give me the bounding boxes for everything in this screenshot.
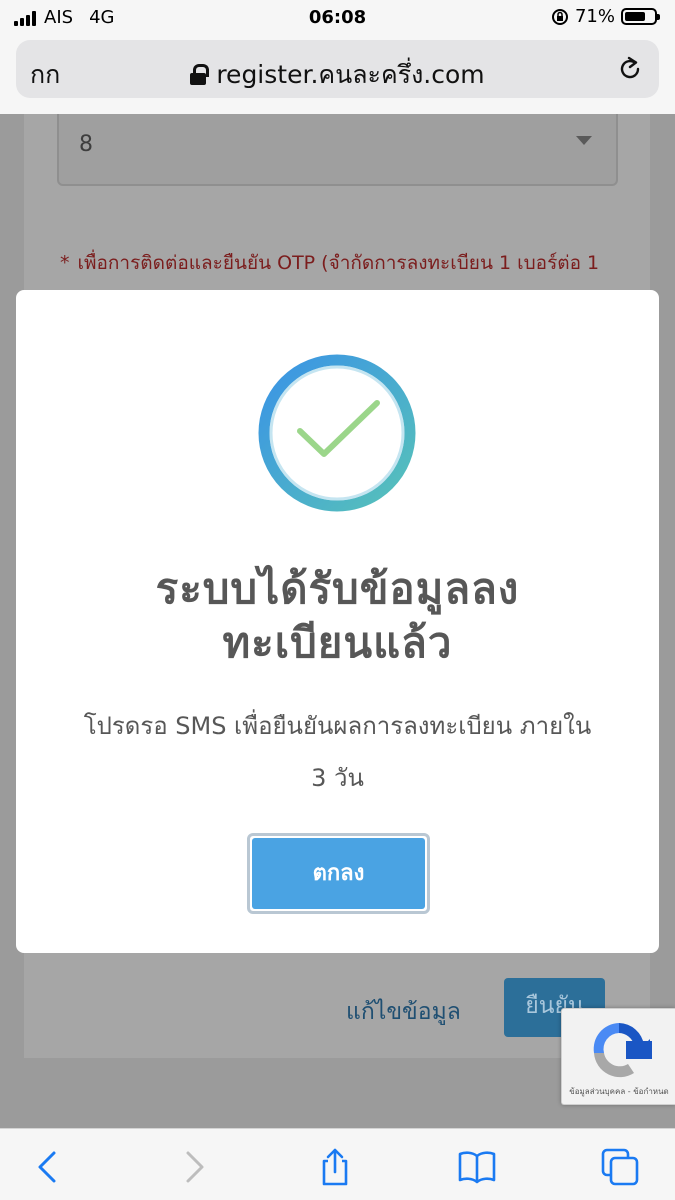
ok-button-label: ตกลง bbox=[252, 838, 425, 909]
bottom-toolbar bbox=[0, 1128, 675, 1200]
address-bar[interactable]: กก register.คนละครึ่ง.com bbox=[16, 40, 659, 98]
required-star: * bbox=[60, 252, 70, 274]
edit-info-link[interactable]: แก้ไขข้อมูล bbox=[346, 994, 461, 1030]
back-icon[interactable] bbox=[28, 1147, 68, 1187]
battery-icon bbox=[621, 8, 660, 25]
modal-message-line1: โปรดรอ SMS เพื่อยืนยันผลการลงทะเบียน ภาย… bbox=[83, 712, 592, 740]
recaptcha-badge[interactable]: ข้อมูลส่วนบุคคล - ข้อกำหนด bbox=[561, 1008, 675, 1105]
modal-title-line1: ระบบได้รับข้อมูลลง bbox=[155, 564, 520, 613]
url-display[interactable]: register.คนละครึ่ง.com bbox=[16, 55, 659, 95]
modal-title-line2: ทะเบียนแล้ว bbox=[222, 618, 453, 667]
select-value: 8 bbox=[79, 132, 93, 157]
modal-message-line2: 3 วัน bbox=[311, 764, 364, 792]
orientation-lock-icon bbox=[551, 8, 568, 25]
recaptcha-privacy-terms[interactable]: ข้อมูลส่วนบุคคล - ข้อกำหนด bbox=[562, 1085, 675, 1098]
phone-note-text: เพื่อการติดต่อและยืนยัน OTP (จำกัดการลงท… bbox=[77, 252, 600, 274]
recaptcha-icon bbox=[593, 1023, 652, 1078]
browser-top-bar: กก register.คนละครึ่ง.com bbox=[0, 36, 675, 114]
tabs-icon[interactable] bbox=[600, 1147, 640, 1187]
success-modal: ระบบได้รับข้อมูลลง ทะเบียนแล้ว โปรดรอ SM… bbox=[16, 290, 659, 953]
caret-down-icon bbox=[576, 136, 592, 145]
lock-icon bbox=[190, 64, 210, 85]
status-right: 71% bbox=[551, 6, 660, 27]
modal-title: ระบบได้รับข้อมูลลง ทะเบียนแล้ว bbox=[16, 562, 659, 670]
bookmarks-icon[interactable] bbox=[457, 1147, 497, 1187]
battery-fill bbox=[625, 12, 645, 21]
url-text: register.คนละครึ่ง.com bbox=[216, 60, 485, 89]
select-dropdown[interactable]: 8 bbox=[57, 114, 618, 186]
success-check-icon bbox=[258, 354, 416, 512]
status-bar: AIS 4G 06:08 71% bbox=[0, 0, 675, 36]
modal-message: โปรดรอ SMS เพื่อยืนยันผลการลงทะเบียน ภาย… bbox=[46, 700, 629, 804]
phone-note: * เพื่อการติดต่อและยืนยัน OTP (จำกัดการลง… bbox=[60, 248, 620, 278]
share-icon[interactable] bbox=[315, 1147, 355, 1187]
forward-icon[interactable] bbox=[174, 1147, 214, 1187]
battery-percent: 71% bbox=[574, 6, 615, 27]
reload-icon[interactable] bbox=[615, 54, 645, 84]
ok-button[interactable]: ตกลง bbox=[247, 833, 430, 914]
